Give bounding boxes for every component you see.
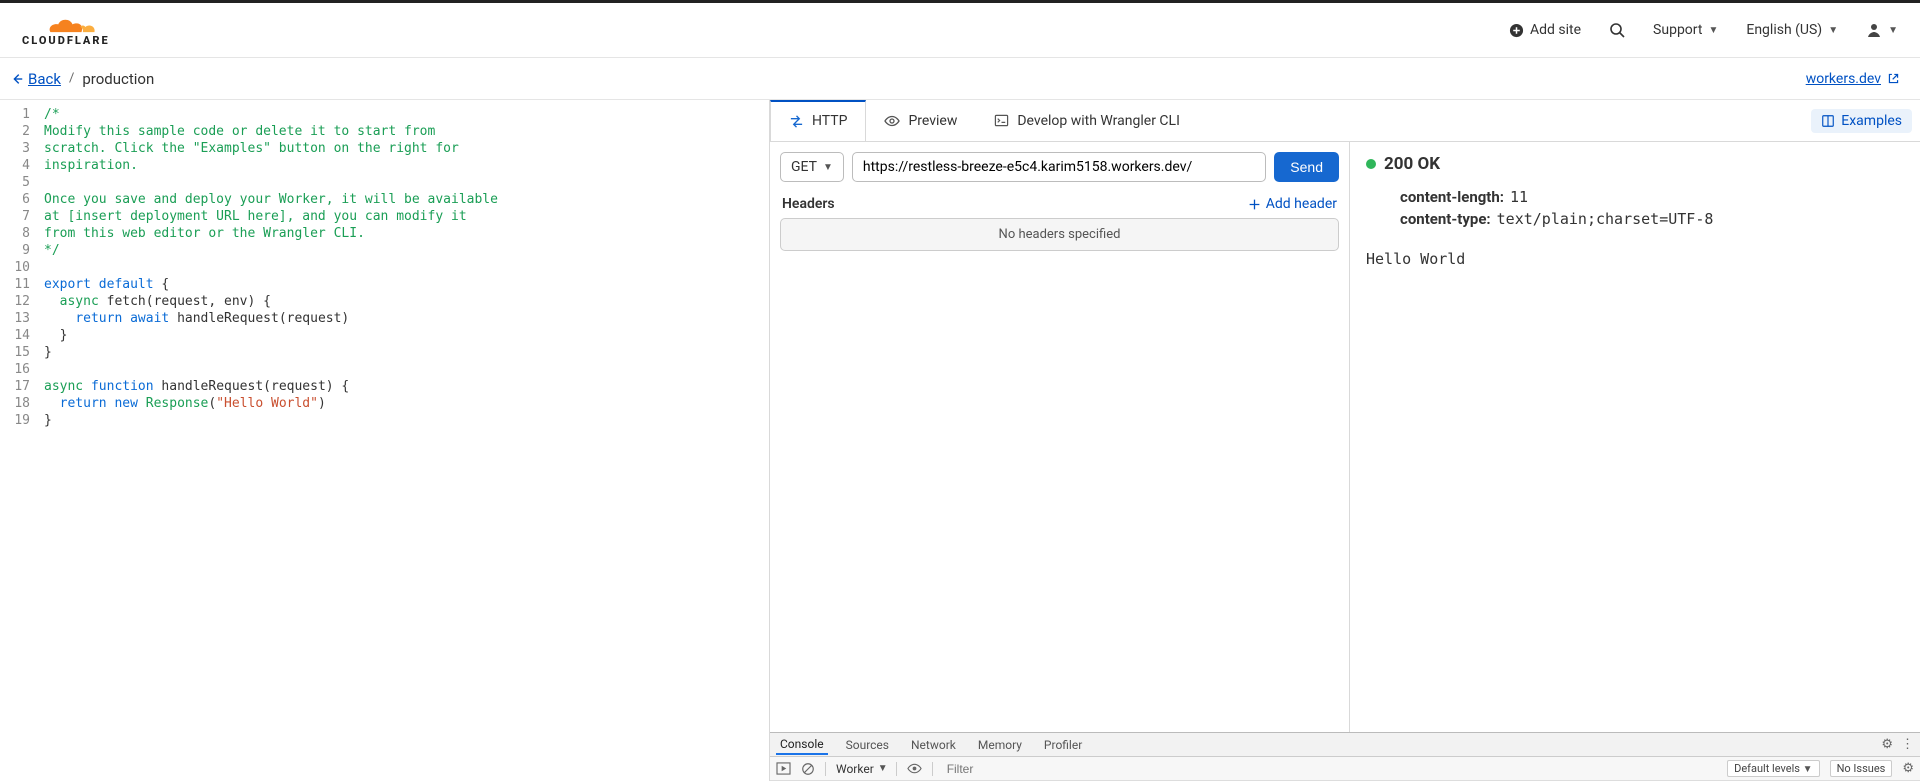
language-dropdown[interactable]: English (US) ▼ [1746, 22, 1838, 38]
response-column: 200 OK content-length:11 content-type:tex… [1350, 142, 1920, 732]
status-text: 200 OK [1384, 154, 1440, 174]
clear-console-icon[interactable] [801, 762, 815, 776]
response-body: Hello World [1366, 250, 1904, 268]
global-header: CLOUDFLARE Add site Support ▼ English (U… [0, 3, 1920, 58]
request-url-input[interactable] [852, 152, 1266, 182]
chevron-down-icon: ▼ [1803, 764, 1813, 775]
devtools-toolbar: Worker ▼ Default levels ▼ No Issues ⚙ [770, 757, 1920, 781]
add-site-label: Add site [1530, 22, 1581, 38]
line-gutter: 12345678910111213141516171819 [0, 106, 44, 429]
external-link-icon [1887, 72, 1900, 85]
http-arrows-icon [789, 114, 804, 129]
terminal-icon [994, 113, 1009, 128]
gear-icon[interactable]: ⚙ [1902, 761, 1914, 776]
devtools-tab-sources[interactable]: Sources [842, 735, 893, 755]
http-method-select[interactable]: GET ▼ [780, 152, 844, 182]
tab-preview-label: Preview [908, 113, 957, 129]
add-header-button[interactable]: Add header [1248, 196, 1337, 212]
request-response-area: GET ▼ Send Headers Add header No headers… [770, 142, 1920, 732]
examples-label: Examples [1841, 113, 1902, 129]
chevron-down-icon: ▼ [1828, 25, 1838, 36]
workers-domain-link[interactable]: workers.dev [1806, 71, 1900, 87]
right-panel: HTTP Preview Develop with Wrangler CLI E… [770, 100, 1920, 781]
chevron-down-icon: ▼ [823, 162, 833, 173]
devtools-panel: ConsoleSourcesNetworkMemoryProfiler ⚙ ⋮ … [770, 732, 1920, 781]
send-button[interactable]: Send [1274, 152, 1339, 182]
environment-name: production [82, 70, 154, 88]
devtools-tab-memory[interactable]: Memory [974, 735, 1026, 755]
devtools-tab-console[interactable]: Console [776, 734, 828, 755]
add-header-label: Add header [1266, 196, 1337, 212]
tab-http[interactable]: HTTP [770, 100, 866, 141]
search-button[interactable] [1609, 22, 1625, 38]
devtools-context-label: Worker [836, 762, 874, 776]
breadcrumb-separator: / [69, 71, 74, 86]
tab-preview[interactable]: Preview [866, 100, 976, 141]
language-label: English (US) [1746, 22, 1822, 38]
plus-circle-icon [1509, 23, 1524, 38]
chevron-down-icon: ▼ [1888, 25, 1898, 36]
arrow-left-icon [10, 72, 24, 86]
devtools-tabs: Console Sources Network Memory Profiler ⚙ ⋮ [770, 733, 1920, 757]
book-icon [1821, 114, 1835, 128]
play-in-box-icon[interactable] [776, 762, 791, 775]
chevron-down-icon: ▼ [878, 763, 888, 774]
http-method-value: GET [791, 159, 817, 175]
back-label: Back [28, 70, 61, 88]
log-levels-label: Default levels [1734, 762, 1800, 775]
support-dropdown[interactable]: Support ▼ [1653, 22, 1718, 38]
right-tab-bar: HTTP Preview Develop with Wrangler CLI E… [770, 100, 1920, 142]
search-icon [1609, 22, 1625, 38]
response-header-row: content-length:11 [1400, 188, 1904, 206]
gear-icon[interactable]: ⚙ [1881, 737, 1893, 752]
log-levels-select[interactable]: Default levels ▼ [1727, 760, 1819, 777]
request-column: GET ▼ Send Headers Add header No headers… [770, 142, 1350, 732]
devtools-tab-network[interactable]: Network [907, 735, 960, 755]
support-label: Support [1653, 22, 1702, 38]
account-dropdown[interactable]: ▼ [1866, 22, 1898, 38]
user-icon [1866, 22, 1882, 38]
main-split: 12345678910111213141516171819 /*Modify t… [0, 100, 1920, 781]
cloud-icon [33, 14, 99, 36]
console-filter-input[interactable] [943, 760, 1143, 778]
cloudflare-logo[interactable]: CLOUDFLARE [22, 14, 110, 47]
add-site-button[interactable]: Add site [1509, 22, 1581, 38]
tab-wrangler[interactable]: Develop with Wrangler CLI [976, 100, 1199, 141]
brand-text: CLOUDFLARE [22, 34, 110, 47]
eye-icon[interactable] [907, 761, 922, 776]
code-editor[interactable]: 12345678910111213141516171819 /*Modify t… [0, 100, 770, 781]
domain-label: workers.dev [1806, 71, 1881, 87]
no-headers-message: No headers specified [780, 218, 1339, 251]
issues-button[interactable]: No Issues [1830, 760, 1893, 777]
response-header-row: content-type:text/plain;charset=UTF-8 [1400, 210, 1904, 228]
back-link[interactable]: Back [10, 70, 61, 88]
response-headers: content-length:11 content-type:text/plain… [1366, 188, 1904, 228]
devtools-tab-profiler[interactable]: Profiler [1040, 735, 1086, 755]
status-dot-icon [1366, 159, 1376, 169]
header-actions: Add site Support ▼ English (US) ▼ ▼ [1509, 22, 1898, 38]
tab-http-label: HTTP [812, 113, 847, 129]
breadcrumb-bar: Back / production workers.dev [0, 58, 1920, 100]
chevron-down-icon: ▼ [1708, 25, 1718, 36]
code-content[interactable]: /*Modify this sample code or delete it t… [44, 106, 769, 429]
response-status: 200 OK [1366, 154, 1904, 174]
devtools-context-select[interactable]: Worker ▼ [836, 762, 897, 776]
kebab-icon[interactable]: ⋮ [1901, 737, 1914, 752]
eye-icon [884, 113, 900, 129]
plus-icon [1248, 198, 1261, 211]
headers-heading: Headers [782, 196, 835, 212]
tab-wrangler-label: Develop with Wrangler CLI [1017, 113, 1180, 129]
examples-button[interactable]: Examples [1811, 109, 1912, 133]
